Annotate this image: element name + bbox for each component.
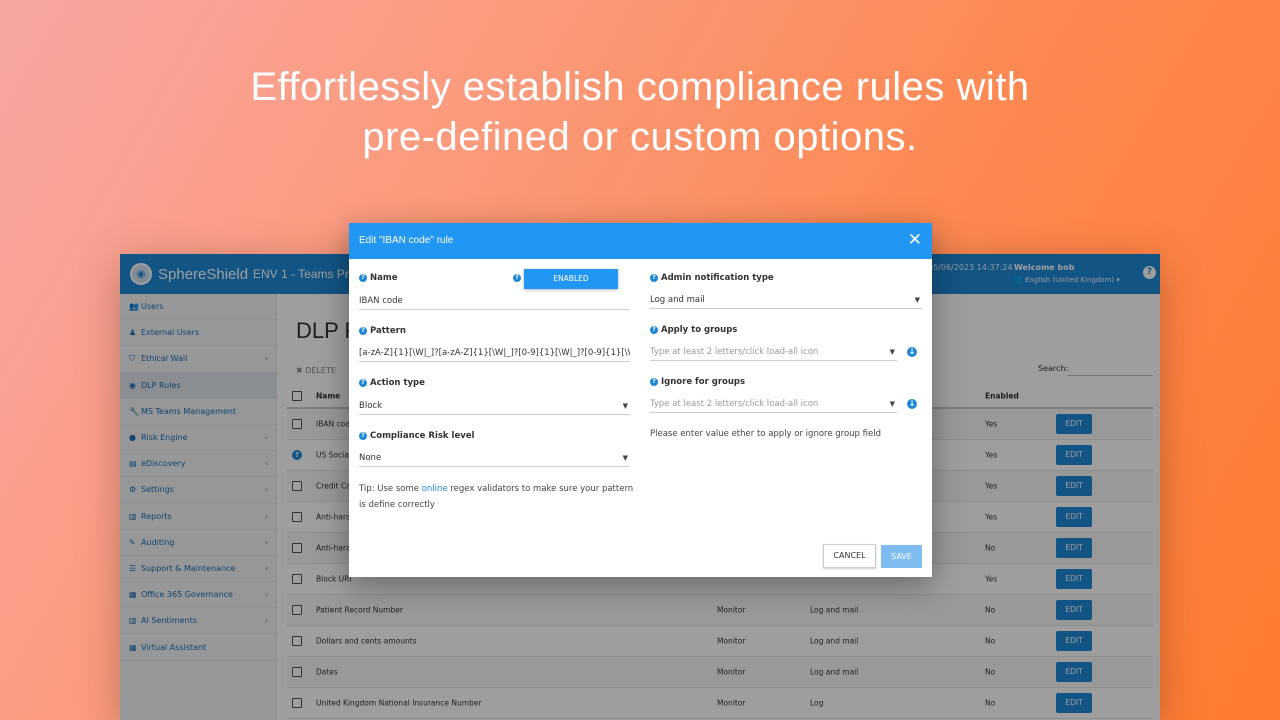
caret-down-icon[interactable]: ▼ [890,395,895,412]
ignore-groups-label: ? Ignore for groups [650,377,745,387]
risk-level-select[interactable]: None ▼ [359,449,630,467]
admin-notification-label: ? Admin notification type [650,273,774,283]
admin-notification-value: Log and mail [650,295,705,305]
ignore-groups-label-text: Ignore for groups [661,377,746,387]
pattern-tip: Tip: Use some online regex validators to… [359,481,634,513]
caret-down-icon: ▼ [622,454,628,462]
apply-groups-input[interactable]: Type at least 2 letters/click load-all i… [650,343,897,361]
help-icon[interactable]: ? [650,378,658,386]
caret-down-icon: ▼ [914,296,920,304]
name-input[interactable]: IBAN code [359,292,630,310]
cancel-button[interactable]: CANCEL [823,544,876,568]
headline-line-1: Effortlessly establish compliance rules … [250,65,1030,109]
admin-notification-select[interactable]: Log and mail ▼ [650,291,922,309]
online-link[interactable]: online [422,484,448,494]
action-type-select[interactable]: Block ▼ [359,397,630,415]
name-label: ? Name [359,273,397,283]
load-all-icon[interactable]: ↓ [907,399,917,409]
load-all-icon[interactable]: ↓ [907,347,917,357]
help-icon[interactable]: ? [513,274,521,282]
pattern-input[interactable]: [a-zA-Z]{1}[\W|_]?[a-zA-Z]{1}[\W|_]?[0-9… [359,344,630,362]
ignore-groups-placeholder: Type at least 2 letters/click load-all i… [650,399,819,409]
apply-groups-label-text: Apply to groups [661,325,738,335]
admin-notification-label-text: Admin notification type [661,273,774,283]
headline: Effortlessly establish compliance rules … [0,62,1280,162]
action-type-label: ? Action type [359,378,425,388]
action-type-label-text: Action type [370,378,425,388]
help-icon[interactable]: ? [359,432,367,440]
close-icon[interactable]: ✕ [908,230,922,250]
caret-down-icon: ▼ [622,402,628,410]
pattern-label: ? Pattern [359,326,406,336]
ignore-groups-input[interactable]: Type at least 2 letters/click load-all i… [650,395,897,413]
action-type-value: Block [359,401,382,411]
help-icon[interactable]: ? [359,379,367,387]
group-hint: Please enter value ether to apply or ign… [650,429,881,439]
edit-rule-dialog: Edit "IBAN code" rule ✕ ? Name ? ENABLED … [349,223,932,577]
dialog-header: Edit "IBAN code" rule ✕ [349,223,932,259]
risk-level-label: ? Compliance Risk level [359,431,474,441]
apply-groups-placeholder: Type at least 2 letters/click load-all i… [650,347,819,357]
help-icon[interactable]: ? [359,327,367,335]
risk-level-value: None [359,453,382,463]
tip-prefix: Tip: Use some [359,484,419,494]
help-icon[interactable]: ? [650,326,658,334]
save-button[interactable]: SAVE [881,545,922,568]
caret-down-icon[interactable]: ▼ [890,343,895,360]
apply-groups-label: ? Apply to groups [650,325,737,335]
help-icon[interactable]: ? [359,274,367,282]
risk-level-label-text: Compliance Risk level [370,431,475,441]
enabled-toggle[interactable]: ENABLED [524,269,618,289]
pattern-label-text: Pattern [370,326,406,336]
help-icon[interactable]: ? [650,274,658,282]
headline-line-2: pre-defined or custom options. [362,115,918,159]
dialog-title: Edit "IBAN code" rule [359,235,454,246]
name-label-text: Name [370,273,398,283]
